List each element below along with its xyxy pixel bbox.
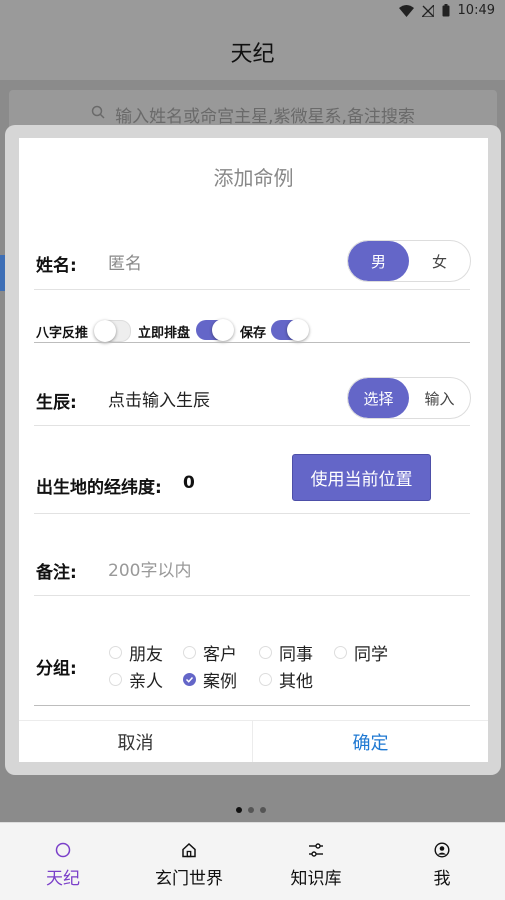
nav-item-knowledge-base[interactable]: 知识库 (253, 823, 379, 900)
clock-time: 10:49 (457, 3, 495, 18)
radio-icon (259, 673, 272, 686)
birth-mode-select-option[interactable]: 选择 (348, 378, 409, 418)
divider (34, 342, 470, 343)
add-case-dialog: 添加命例 姓名: 匿名 男 女 八字反推 立即排盘 保存 生辰: 点击输入生辰 … (19, 138, 488, 762)
radio-icon (334, 646, 347, 659)
instant-chart-toggle[interactable] (196, 319, 234, 341)
divider (34, 595, 470, 596)
radio-checked-icon (183, 673, 196, 686)
page-dot-active (236, 807, 242, 813)
cancel-button[interactable]: 取消 (19, 721, 252, 762)
page-dot (248, 807, 254, 813)
nav-item-xuanmen-world[interactable]: 玄门世界 (126, 823, 252, 900)
no-signal-icon (421, 4, 434, 17)
app-title: 天纪 (230, 42, 275, 67)
birth-mode-segment: 选择 输入 (347, 377, 471, 419)
page-dot (260, 807, 266, 813)
radio-icon (109, 646, 122, 659)
name-label: 姓名: (36, 256, 77, 276)
dialog-title: 添加命例 (213, 166, 294, 190)
birth-input[interactable]: 点击输入生辰 (108, 386, 210, 411)
gender-segment: 男 女 (347, 240, 471, 282)
divider (34, 705, 470, 706)
group-option-case[interactable]: 案例 (183, 667, 237, 692)
save-toggle[interactable] (271, 319, 309, 341)
sliders-icon (308, 842, 324, 858)
group-option-friend[interactable]: 朋友 (109, 640, 163, 665)
page-indicator (236, 807, 266, 813)
note-label: 备注: (36, 563, 77, 583)
group-label: 分组: (36, 659, 77, 679)
name-input[interactable]: 匿名 (108, 249, 142, 274)
group-option-classmate[interactable]: 同学 (334, 640, 388, 665)
gender-male-option[interactable]: 男 (348, 241, 409, 281)
group-option-relative[interactable]: 亲人 (109, 667, 163, 692)
bazi-reverse-label: 八字反推 (36, 326, 89, 341)
radio-icon (109, 673, 122, 686)
group-option-colleague[interactable]: 同事 (259, 640, 313, 665)
use-current-location-button[interactable]: 使用当前位置 (292, 454, 431, 501)
note-input[interactable]: 200字以内 (108, 556, 191, 581)
save-label: 保存 (240, 326, 267, 341)
app-header: 天纪 (0, 24, 505, 80)
home-icon (181, 842, 197, 858)
status-icons: 10:49 (398, 3, 495, 18)
location-label: 出生地的经纬度: (36, 478, 162, 498)
status-bar: 10:49 (0, 0, 505, 24)
nav-item-tianji[interactable]: 天纪 (0, 823, 126, 900)
radio-icon (183, 646, 196, 659)
confirm-button[interactable]: 确定 (253, 721, 488, 762)
circle-icon (55, 842, 71, 858)
divider (34, 513, 470, 514)
wifi-icon (398, 4, 414, 17)
nav-item-me[interactable]: 我 (379, 823, 505, 900)
search-placeholder: 输入姓名或命宫主星,紫微星系,备注搜索 (115, 106, 415, 127)
location-value: 0 (183, 473, 195, 493)
birth-mode-input-option[interactable]: 输入 (409, 378, 470, 418)
instant-chart-label: 立即排盘 (138, 326, 191, 341)
user-circle-icon (434, 842, 450, 858)
bottom-navigation: 天纪 玄门世界 知识库 我 (0, 822, 505, 900)
birth-label: 生辰: (36, 393, 77, 413)
battery-icon (442, 4, 450, 17)
search-icon (91, 104, 105, 124)
group-option-client[interactable]: 客户 (183, 640, 237, 665)
bazi-reverse-toggle[interactable] (94, 320, 131, 342)
divider (34, 425, 470, 426)
group-option-other[interactable]: 其他 (259, 667, 313, 692)
radio-icon (259, 646, 272, 659)
gender-female-option[interactable]: 女 (409, 241, 470, 281)
divider (34, 289, 470, 290)
